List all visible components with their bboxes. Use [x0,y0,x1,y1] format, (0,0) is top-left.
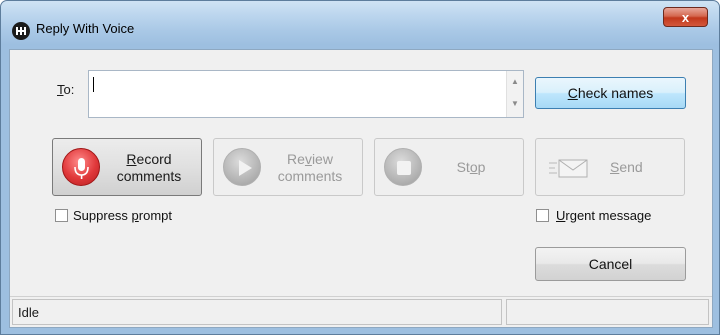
microphone-icon [62,148,100,186]
text-caret [93,77,94,92]
status-bar: Idle [10,296,712,327]
title-bar: Reply With Voice x [1,1,719,49]
reply-with-voice-window: Reply With Voice x To: ▲ ▼ Check names R… [0,0,720,335]
send-button[interactable]: Send [535,138,685,196]
dialog-body: To: ▲ ▼ Check names Record comments Revi… [9,49,713,328]
window-title: Reply With Voice [36,21,135,36]
status-text: Idle [18,305,39,320]
stop-icon [384,148,422,186]
play-icon [223,148,261,186]
send-label: Send [610,159,643,175]
status-pane-secondary [506,299,709,325]
suppress-prompt-label[interactable]: Suppress prompt [73,208,172,223]
urgent-message-checkbox[interactable] [536,209,549,222]
app-logo-icon [12,22,30,40]
record-label: Record comments [116,151,182,184]
record-comments-button[interactable]: Record comments [52,138,202,196]
review-label: Review comments [277,151,343,184]
urgent-message-label[interactable]: Urgent message [556,208,651,223]
scroll-down-icon[interactable]: ▼ [511,99,519,108]
status-pane-main: Idle [12,299,502,325]
envelope-icon [549,159,589,182]
check-names-label: Check names [567,85,654,101]
close-button[interactable]: x [663,7,708,27]
stop-button[interactable]: Stop [374,138,524,196]
stop-label: Stop [456,159,486,175]
suppress-prompt-checkbox[interactable] [55,209,68,222]
to-label: To: [57,82,75,97]
to-scrollbar[interactable]: ▲ ▼ [506,71,523,117]
cancel-button[interactable]: Cancel [535,247,686,281]
cancel-label: Cancel [588,256,633,272]
check-names-button[interactable]: Check names [535,77,686,109]
close-icon: x [681,9,690,25]
scroll-up-icon[interactable]: ▲ [511,77,519,86]
review-comments-button[interactable]: Review comments [213,138,363,196]
to-input[interactable]: ▲ ▼ [88,70,524,118]
